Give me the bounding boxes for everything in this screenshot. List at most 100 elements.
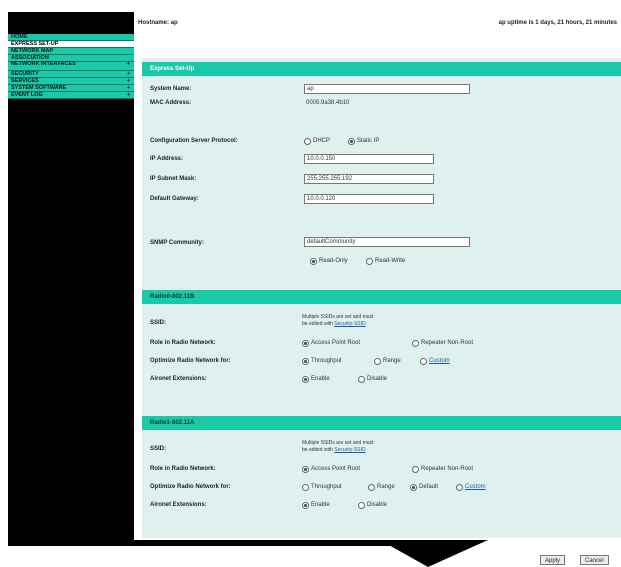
radio0-ssid-note2: be edited with Security-SSID [302,321,366,327]
radio-dot-icon [368,484,375,491]
radio1-disable-radio[interactable]: Disable [358,501,387,509]
section-header-radio0: Radio0-802.11B [142,290,621,304]
sidebar-item-label: NETWORK MAP [11,48,54,54]
radio-dot-icon [410,484,417,491]
radio1-default-radio[interactable]: Default [410,483,438,491]
radio1-ap-root-label: Access Point Root [311,466,361,472]
radio0-throughput-label: Throughput [311,358,342,364]
bottom-black-wedge [380,540,488,567]
radio0-aironet-label: Aironet Extensions: [150,376,207,382]
sidebar-item-label: HOME [11,34,28,40]
ip-address-label: IP Address: [150,156,184,162]
radio-dot-icon [304,138,311,145]
radio1-ssid-label: SSID: [150,446,167,452]
radio0-custom-radio[interactable]: Custom [420,357,450,365]
sidebar-nav: HOME EXPRESS SET-UP NETWORK MAP ASSOCIAT… [8,12,134,542]
sidebar-item-event-log[interactable]: EVENT LOG + [8,92,134,99]
section-header-express: Express Set-Up [142,62,621,76]
radio1-repeater-radio[interactable]: Repeater Non-Root [412,465,473,473]
radio-dot-icon [348,138,355,145]
brand-area [8,12,134,34]
radio0-ap-root-radio[interactable]: Access Point Root [302,339,360,347]
system-name-input[interactable] [304,84,470,94]
radio0-custom-link[interactable]: Custom [429,358,450,364]
radio1-throughput-radio[interactable]: Throughput [302,483,342,491]
radio-dot-icon [358,502,365,509]
dhcp-radio[interactable]: DHCP [304,137,330,145]
static-ip-radio[interactable]: Static IP [348,137,379,145]
radio-dot-icon [412,340,419,347]
subnet-mask-input[interactable] [304,174,434,184]
radio-dot-icon [358,376,365,383]
dhcp-radio-label: DHCP [313,138,331,144]
radio1-optimize-label: Optimize Radio Network for: [150,484,231,490]
static-ip-radio-label: Static IP [357,138,380,144]
read-only-radio-label: Read-Only [319,258,348,264]
ip-address-input[interactable] [304,154,434,164]
radio0-ssid-label: SSID: [150,320,167,326]
sidebar-item-express-setup[interactable]: EXPRESS SET-UP [8,41,134,48]
radio1-throughput-label: Throughput [311,484,342,490]
radio-dot-icon [366,258,373,265]
radio1-range-radio[interactable]: Range [368,483,395,491]
radio0-disable-radio[interactable]: Disable [358,375,387,383]
radio1-disable-label: Disable [367,502,388,508]
radio0-security-ssid-link[interactable]: Security-SSID [334,321,365,327]
sidebar-item-security[interactable]: SECURITY + [8,71,134,78]
sidebar-item-system-software[interactable]: SYSTEM SOFTWARE + [8,85,134,92]
sidebar-item-label: SYSTEM SOFTWARE [11,85,67,91]
radio0-throughput-radio[interactable]: Throughput [302,357,342,365]
radio1-enable-radio[interactable]: Enable [302,501,330,509]
mac-address-label: MAC Address: [150,100,192,106]
radio1-repeater-label: Repeater Non-Root [421,466,474,472]
radio0-enable-radio[interactable]: Enable [302,375,330,383]
radio1-security-ssid-link[interactable]: Security-SSID [334,447,365,453]
sidebar-item-label: SECURITY [11,71,39,77]
radio0-ssid-note2-text: be edited with [302,321,333,327]
radio1-ap-root-radio[interactable]: Access Point Root [302,465,360,473]
apply-button[interactable]: Apply [540,555,566,565]
sidebar-item-network-interfaces[interactable]: NETWORK INTERFACES + [8,61,134,71]
config-protocol-label: Configuration Server Protocol: [150,138,238,144]
radio-dot-icon [302,484,309,491]
expand-arrow-icon: + [127,78,130,84]
radio0-enable-label: Enable [311,376,330,382]
radio1-default-label: Default [419,484,439,490]
read-write-radio[interactable]: Read-Write [366,257,405,265]
expand-arrow-icon: + [127,71,130,77]
expand-arrow-icon: + [127,61,130,67]
default-gateway-input[interactable] [304,194,434,204]
sidebar-item-home[interactable]: HOME [8,34,134,41]
uptime-label: ap uptime is 1 days, 21 hours, 21 minute… [498,20,617,26]
radio1-range-label: Range [377,484,395,490]
radio1-custom-link[interactable]: Custom [465,484,486,490]
radio0-optimize-label: Optimize Radio Network for: [150,358,231,364]
radio1-role-label: Role in Radio Network: [150,466,216,472]
read-only-radio[interactable]: Read-Only [310,257,348,265]
system-name-label: System Name: [150,86,192,92]
radio1-enable-label: Enable [311,502,330,508]
radio-dot-icon [302,376,309,383]
header-row: Hostname: ap ap uptime is 1 days, 21 hou… [134,12,621,36]
radio0-ssid-note: Multiple SSIDs are set and must [302,314,374,320]
radio-dot-icon [310,258,317,265]
radio-dot-icon [302,466,309,473]
radio0-repeater-radio[interactable]: Repeater Non-Root [412,339,473,347]
sidebar-item-label: NETWORK INTERFACES [11,61,76,67]
sidebar-item-services[interactable]: SERVICES + [8,78,134,85]
radio0-range-radio[interactable]: Range [374,357,401,365]
radio1-aironet-label: Aironet Extensions: [150,502,207,508]
cancel-button[interactable]: Cancel [580,555,609,565]
subnet-mask-label: IP Subnet Mask: [150,176,197,182]
hostname-label: Hostname: ap [138,20,178,26]
radio0-disable-label: Disable [367,376,388,382]
radio-dot-icon [456,484,463,491]
radio-dot-icon [302,358,309,365]
snmp-community-input[interactable] [304,237,470,247]
default-gateway-label: Default Gateway: [150,196,199,202]
sidebar-item-network-map[interactable]: NETWORK MAP [8,48,134,55]
radio-dot-icon [412,466,419,473]
radio1-custom-radio[interactable]: Custom [456,483,486,491]
expand-arrow-icon: + [127,85,130,91]
settings-panel: Express Set-Up System Name: MAC Address:… [142,58,621,538]
